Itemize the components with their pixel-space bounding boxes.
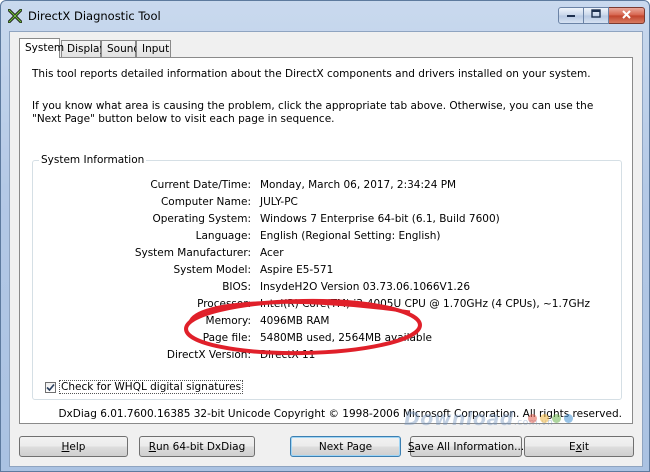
- tab-system[interactable]: System: [19, 38, 64, 58]
- save-all-information-button[interactable]: Save All Information...: [408, 436, 524, 457]
- directx-icon: [7, 8, 23, 24]
- maximize-icon: [591, 9, 601, 22]
- info-row-date-time: Current Date/Time: Monday, March 06, 201…: [33, 179, 623, 193]
- info-value: InsydeH2O Version 03.73.06.1066V1.26: [260, 281, 471, 293]
- system-tab-panel: This tool reports detailed information a…: [19, 57, 633, 424]
- close-button[interactable]: [609, 7, 645, 24]
- minimize-icon: [566, 9, 576, 22]
- help-button[interactable]: Help: [19, 436, 128, 457]
- watermark-dots: [528, 414, 573, 423]
- info-row-language: Language: English (Regional Setting: Eng…: [33, 230, 623, 244]
- whql-checkbox-label[interactable]: Check for WHQL digital signatures: [59, 380, 244, 394]
- system-information-group: System Information Current Date/Time: Mo…: [32, 154, 623, 400]
- checkmark-icon: [46, 383, 55, 391]
- title-bar[interactable]: DirectX Diagnostic Tool: [1, 1, 649, 31]
- info-row-system-model: System Model: Aspire E5-571: [33, 264, 623, 278]
- info-value: Intel(R) Core(TM) i3-4005U CPU @ 1.70GHz…: [260, 298, 591, 310]
- info-row-bios: BIOS: InsydeH2O Version 03.73.06.1066V1.…: [33, 281, 623, 295]
- info-label: System Model:: [173, 264, 251, 276]
- exit-button[interactable]: Ex it: [524, 436, 634, 457]
- whql-checkbox-row[interactable]: Check for WHQL digital signatures: [45, 380, 244, 394]
- info-row-operating-system: Operating System: Windows 7 Enterprise 6…: [33, 213, 623, 227]
- info-value: 4096MB RAM: [260, 315, 330, 327]
- info-label: DirectX Version:: [166, 349, 251, 361]
- info-value: Acer: [260, 247, 284, 259]
- watermark-text: Download: [404, 408, 514, 430]
- info-row-memory: Memory: 4096MB RAM: [33, 315, 623, 329]
- close-icon: [621, 9, 632, 23]
- info-value: Windows 7 Enterprise 64-bit (6.1, Build …: [260, 213, 500, 225]
- tab-input[interactable]: Input: [136, 40, 171, 57]
- watermark-dot: [564, 414, 573, 423]
- tab-sound[interactable]: Sound: [101, 40, 140, 57]
- info-label: Memory:: [205, 315, 251, 327]
- info-value: English (Regional Setting: English): [260, 230, 441, 242]
- info-value: 5480MB used, 2564MB available: [260, 332, 432, 344]
- info-label: System Manufacturer:: [134, 247, 251, 259]
- run-64-bit-dxdiag-button[interactable]: Run 64-bit DxDiag: [139, 436, 255, 457]
- info-value: Monday, March 06, 2017, 2:34:24 PM: [260, 179, 457, 191]
- info-row-directx-version: DirectX Version: DirectX 11: [33, 349, 623, 363]
- maximize-button[interactable]: [584, 7, 609, 24]
- client-area: System Display Sound Input This tool rep…: [9, 31, 643, 467]
- whql-checkbox[interactable]: [45, 381, 56, 393]
- info-label: BIOS:: [222, 281, 251, 293]
- info-label: Operating System:: [152, 213, 251, 225]
- group-title: System Information: [39, 154, 147, 166]
- tab-display[interactable]: Display: [61, 40, 106, 57]
- minimize-button[interactable]: [558, 7, 584, 24]
- info-value: Aspire E5-571: [260, 264, 334, 276]
- info-row-page-file: Page file: 5480MB used, 2564MB available: [33, 332, 623, 346]
- next-page-button[interactable]: Next Page: [290, 436, 401, 457]
- intro-text-2: If you know what area is causing the pro…: [32, 100, 594, 125]
- window-title: DirectX Diagnostic Tool: [28, 9, 161, 23]
- watermark-dot: [528, 414, 537, 423]
- intro-text-1: This tool reports detailed information a…: [32, 68, 591, 80]
- info-label: Processor:: [197, 298, 251, 310]
- watermark-dot: [540, 414, 549, 423]
- watermark-dot: [552, 414, 561, 423]
- info-row-processor: Processor: Intel(R) Core(TM) i3-4005U CP…: [33, 298, 623, 312]
- info-label: Current Date/Time:: [150, 179, 251, 191]
- info-row-computer-name: Computer Name: JULY-PC: [33, 196, 623, 210]
- info-value: JULY-PC: [260, 196, 298, 208]
- info-value: DirectX 11: [260, 349, 316, 361]
- info-label: Language:: [195, 230, 251, 242]
- info-label: Computer Name:: [160, 196, 251, 208]
- window-frame: DirectX Diagnostic Tool System Display S…: [0, 0, 650, 472]
- info-row-system-manufacturer: System Manufacturer: Acer: [33, 247, 623, 261]
- info-label: Page file:: [202, 332, 251, 344]
